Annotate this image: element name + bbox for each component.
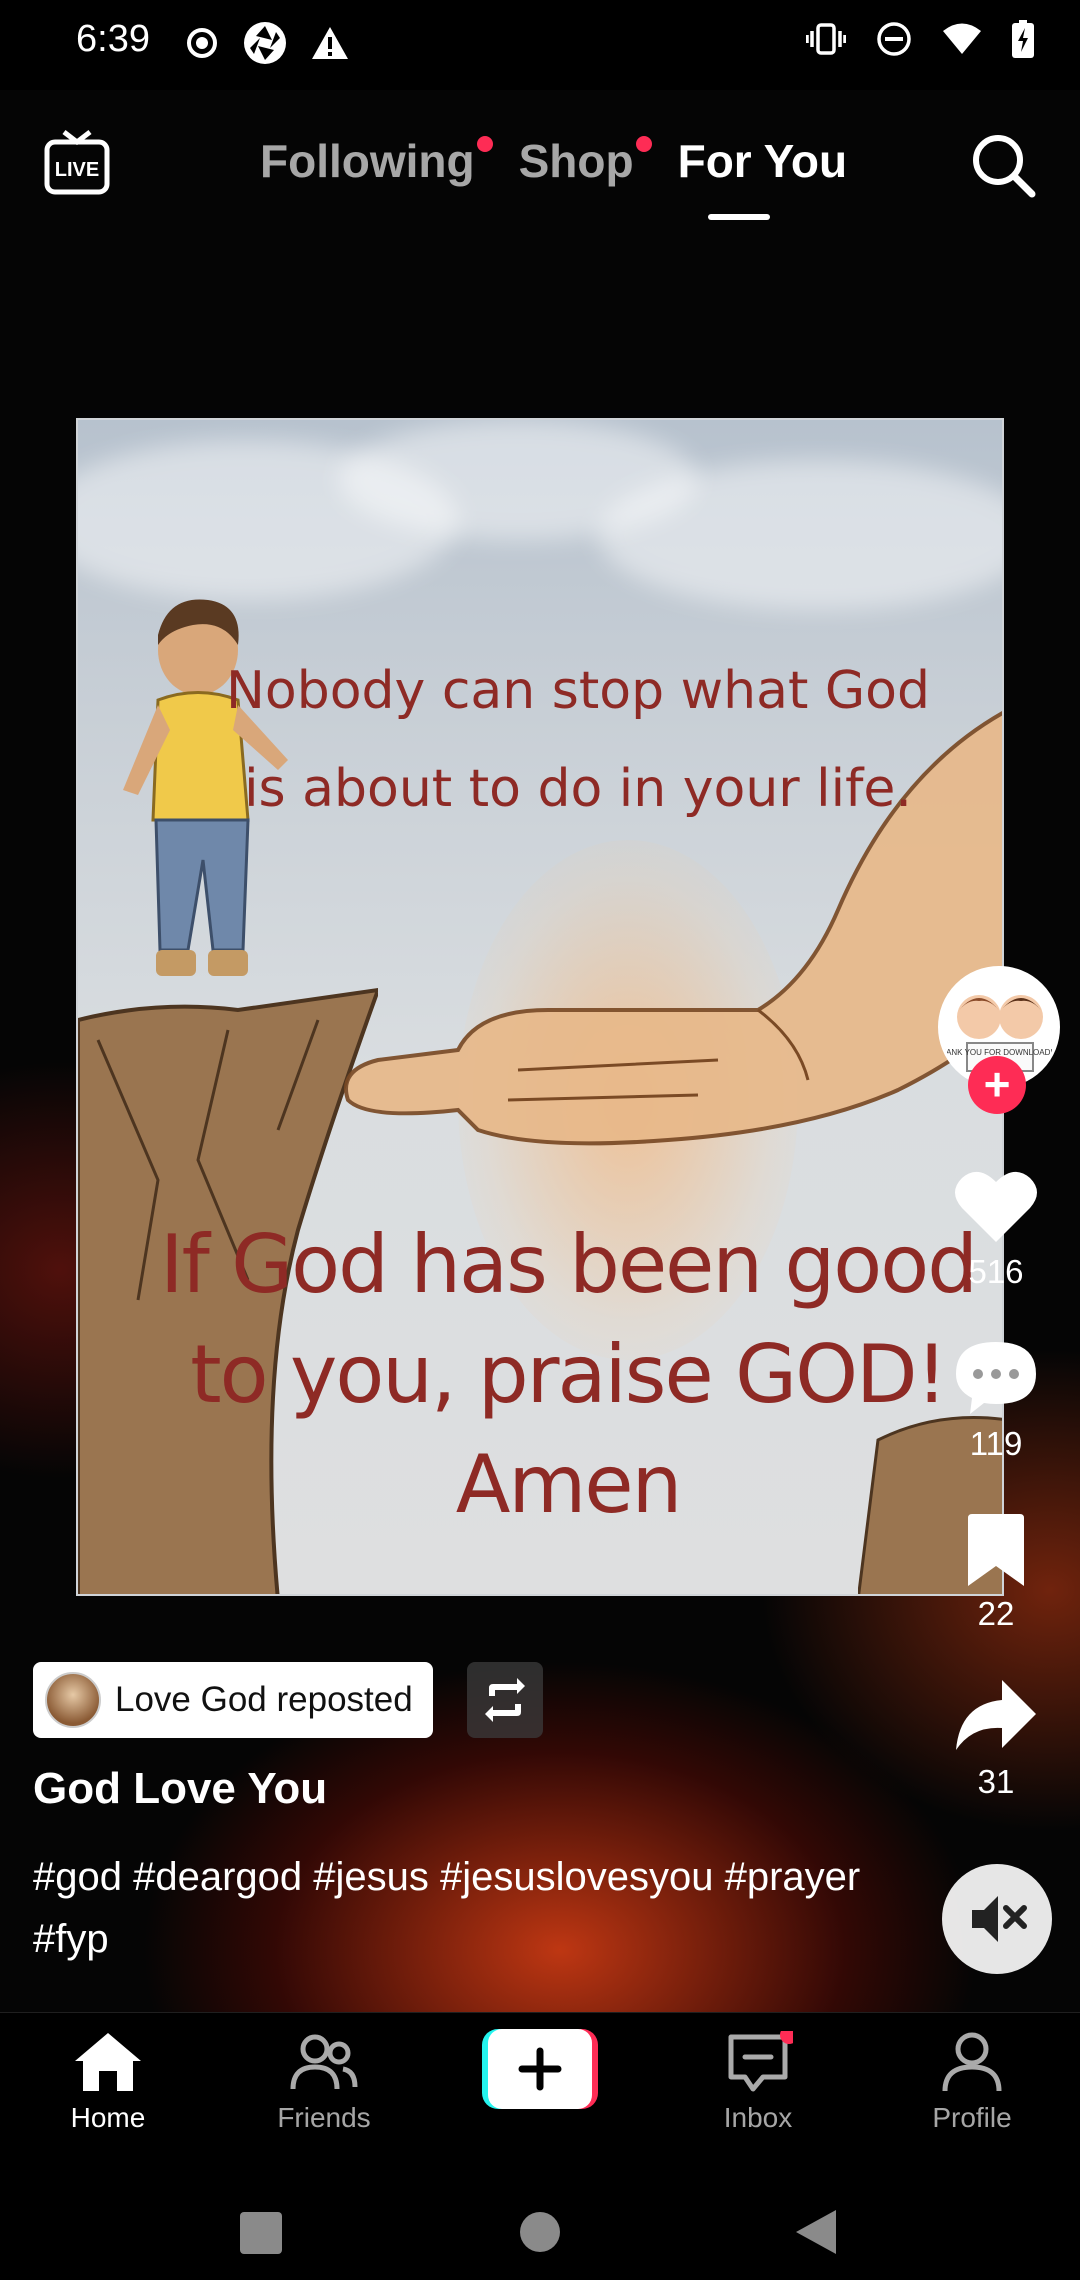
active-tab-indicator [708,214,770,220]
nav-friends[interactable]: Friends [244,2031,404,2134]
video-description[interactable]: #god #deargod #jesus #jesuslovesyou #pra… [33,1846,873,1970]
bottom-tab-bar: Home Friends Inbox Profile [0,2012,1080,2181]
repost-button[interactable] [467,1662,543,1738]
inbox-icon [728,2026,798,2092]
home-icon [75,2033,141,2091]
poster-quote-top: Nobody can stop what God is about to do … [225,661,930,819]
notification-dot [476,136,493,152]
recent-apps-button[interactable] [238,2210,284,2256]
status-time: 6:39 [76,18,150,60]
bookmark-icon [968,1514,1024,1586]
home-circle-button[interactable] [518,2210,562,2254]
vibrate-icon [806,23,846,55]
profile-icon [942,2032,1002,2092]
like-count: 516 [968,1253,1024,1290]
repost-icon [485,1678,525,1722]
repost-label: Love God reposted [115,1680,413,1719]
comment-icon [956,1342,1036,1414]
nav-home[interactable]: Home [28,2031,188,2134]
favorite-count: 22 [977,1595,1015,1632]
favorite-button[interactable]: 22 [934,1514,1058,1633]
camera-aperture-icon [244,22,286,64]
system-navigation-bar [0,2180,1080,2280]
comment-count: 119 [969,1425,1023,1462]
share-count: 31 [977,1763,1015,1800]
radio-icon [187,28,217,58]
share-button[interactable]: 31 [934,1678,1058,1801]
friends-icon [290,2034,358,2090]
video-poster-image: Nobody can stop what God is about to do … [76,418,1004,1596]
do-not-disturb-icon [877,22,911,56]
status-bar: 6:39 [0,0,1080,90]
notification-dot [635,136,652,152]
reposter-avatar [45,1672,101,1728]
notification-dot [780,2026,798,2044]
mute-toggle-button[interactable] [942,1864,1052,1974]
comment-button[interactable]: 119 [934,1338,1058,1463]
tab-for-you[interactable]: For You [678,134,848,188]
poster-quote-bottom: If God has been good to you, praise GOD!… [160,1218,978,1531]
repost-badge[interactable]: Love God reposted [33,1662,433,1738]
author-name[interactable]: God Love You [33,1764,327,1814]
follow-button[interactable]: + [968,1056,1026,1114]
tab-shop[interactable]: Shop [519,134,652,188]
wifi-icon [943,23,981,54]
create-post-button[interactable] [482,2029,598,2109]
back-triangle-button[interactable] [792,2208,838,2256]
nav-profile[interactable]: Profile [892,2031,1052,2134]
search-icon[interactable] [968,130,1038,200]
svg-text:LIVE: LIVE [55,159,99,181]
warning-icon [312,27,348,59]
like-button[interactable]: 516 [934,1168,1058,1291]
heart-icon [955,1171,1037,1242]
share-arrow-icon [956,1680,1036,1750]
speaker-muted-icon [972,1896,1027,1942]
nav-inbox[interactable]: Inbox [678,2026,838,2134]
battery-charging-icon [1012,20,1034,58]
live-icon[interactable]: LIVE [44,130,110,196]
top-navigation: LIVE Following Shop For You [0,110,1080,230]
tab-following[interactable]: Following [260,134,493,188]
